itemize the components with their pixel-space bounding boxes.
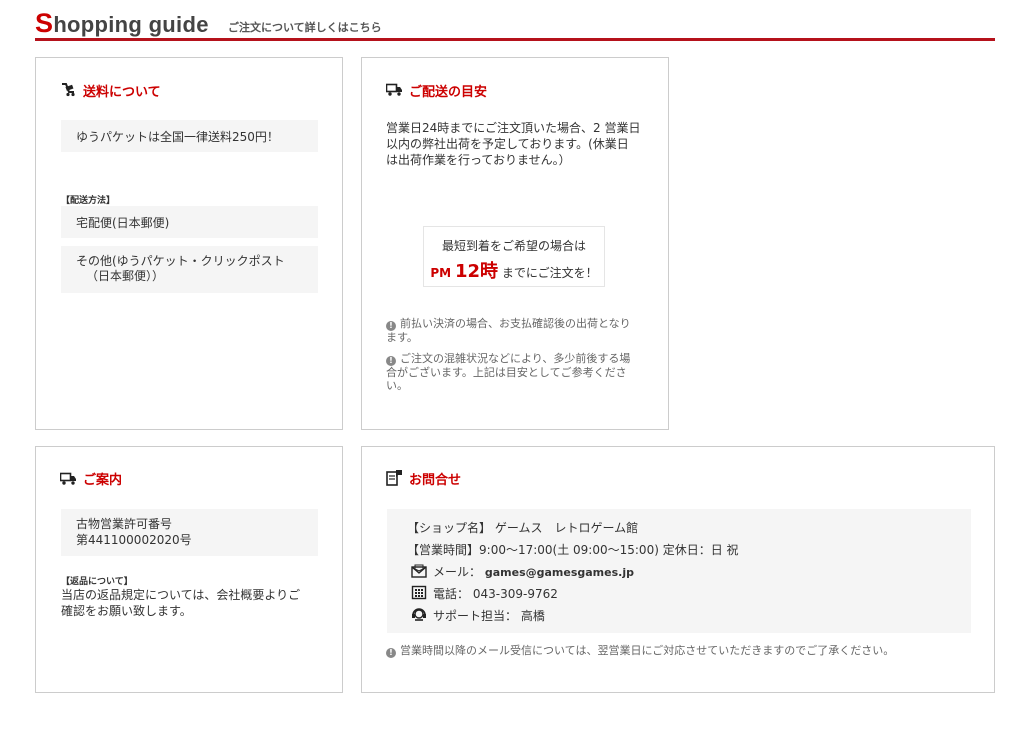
shipping-fee-box: ゆうパケットは全国一律送料250円！ [61,120,318,152]
contact-card: お問合せ 【ショップ名】 ゲームス レトロゲーム館 【営業時間】9:00～17:… [361,446,995,693]
hours-row: 【営業時間】9:00～17:00(土 09:00～15:00) 定休日：日 祝 [407,543,739,557]
returns-text: 当店の返品規定については、会社概要よりご 確認をお願い致します。 [61,588,301,618]
returns-label: 【返品について】 [61,577,133,587]
mail-row: メール： games@gamesgames.jp [411,563,634,580]
shop-name-row: 【ショップ名】 ゲームス レトロゲーム館 [407,521,639,535]
delivery-description: 営業日24時までにご注文頂いた場合、2 営業日 以内の弊社出荷を予定しております… [386,121,641,167]
license-box: 古物営業許可番号 第441100002020号 [61,509,318,556]
mail-icon [411,564,427,578]
shipping-fee-icon [62,83,75,97]
phone-row: 電話： 043-309-9762 [411,585,558,602]
phone-icon [411,585,427,600]
contact-note: ! 営業時間以降のメール受信については、翌営業日にご対応させていただきますのでご了… [386,644,894,658]
page-header: Shopping guide ご注文について詳しくはこちら [35,8,995,41]
delivery-note-2: ! ご注文の混雑状況などにより、多少前後する場 合がございます。上記は目安としてご… [386,352,631,392]
delivery-note-1: ! 前払い決済の場合、お支払確認後の出荷となり ます。 [386,317,631,344]
headset-icon [412,608,426,621]
shipping-fee-text: ゆうパケットは全国一律送料250円！ [76,130,279,144]
truck-icon [60,472,76,485]
delivery-card: ご配送の目安 営業日24時までにご注文頂いた場合、2 営業日 以内の弊社出荷を予… [361,57,669,430]
info-icon: ! [386,321,396,331]
delivery-method-label: 【配送方法】 [61,196,116,206]
contact-info-box: 【ショップ名】 ゲームス レトロゲーム館 【営業時間】9:00～17:00(土 … [387,509,971,633]
method-item-1: 宅配便(日本郵便) [61,206,318,238]
shipping-card: 送料について ゆうパケットは全国一律送料250円！ 【配送方法】 宅配便(日本郵… [35,57,343,430]
mail-address-link[interactable]: games@gamesgames.jp [485,566,634,579]
info-icon: ! [386,648,396,658]
contact-title: お問合せ [409,473,462,488]
cutoff-highlight: 最短到着をご希望の場合は PM 12時 までにご注文を！ [423,226,605,287]
support-row: サポート担当： 高橋 [411,607,545,624]
inquiry-icon [386,470,402,486]
truck-icon [386,83,402,96]
guide-title: ご案内 [83,473,123,488]
method-item-2: その他(ゆうパケット・クリックポスト （日本郵便）） [61,246,318,293]
header-subtitle: ご注文について詳しくはこちら [228,21,382,34]
guide-card: ご案内 古物営業許可番号 第441100002020号 【返品について】 当店の… [35,446,343,693]
delivery-title: ご配送の目安 [409,85,488,100]
shipping-title: 送料について [83,85,161,100]
brand-title: Shopping guide [35,8,209,38]
phone-number[interactable]: 043-309-9762 [473,587,558,601]
info-icon: ! [386,356,396,366]
